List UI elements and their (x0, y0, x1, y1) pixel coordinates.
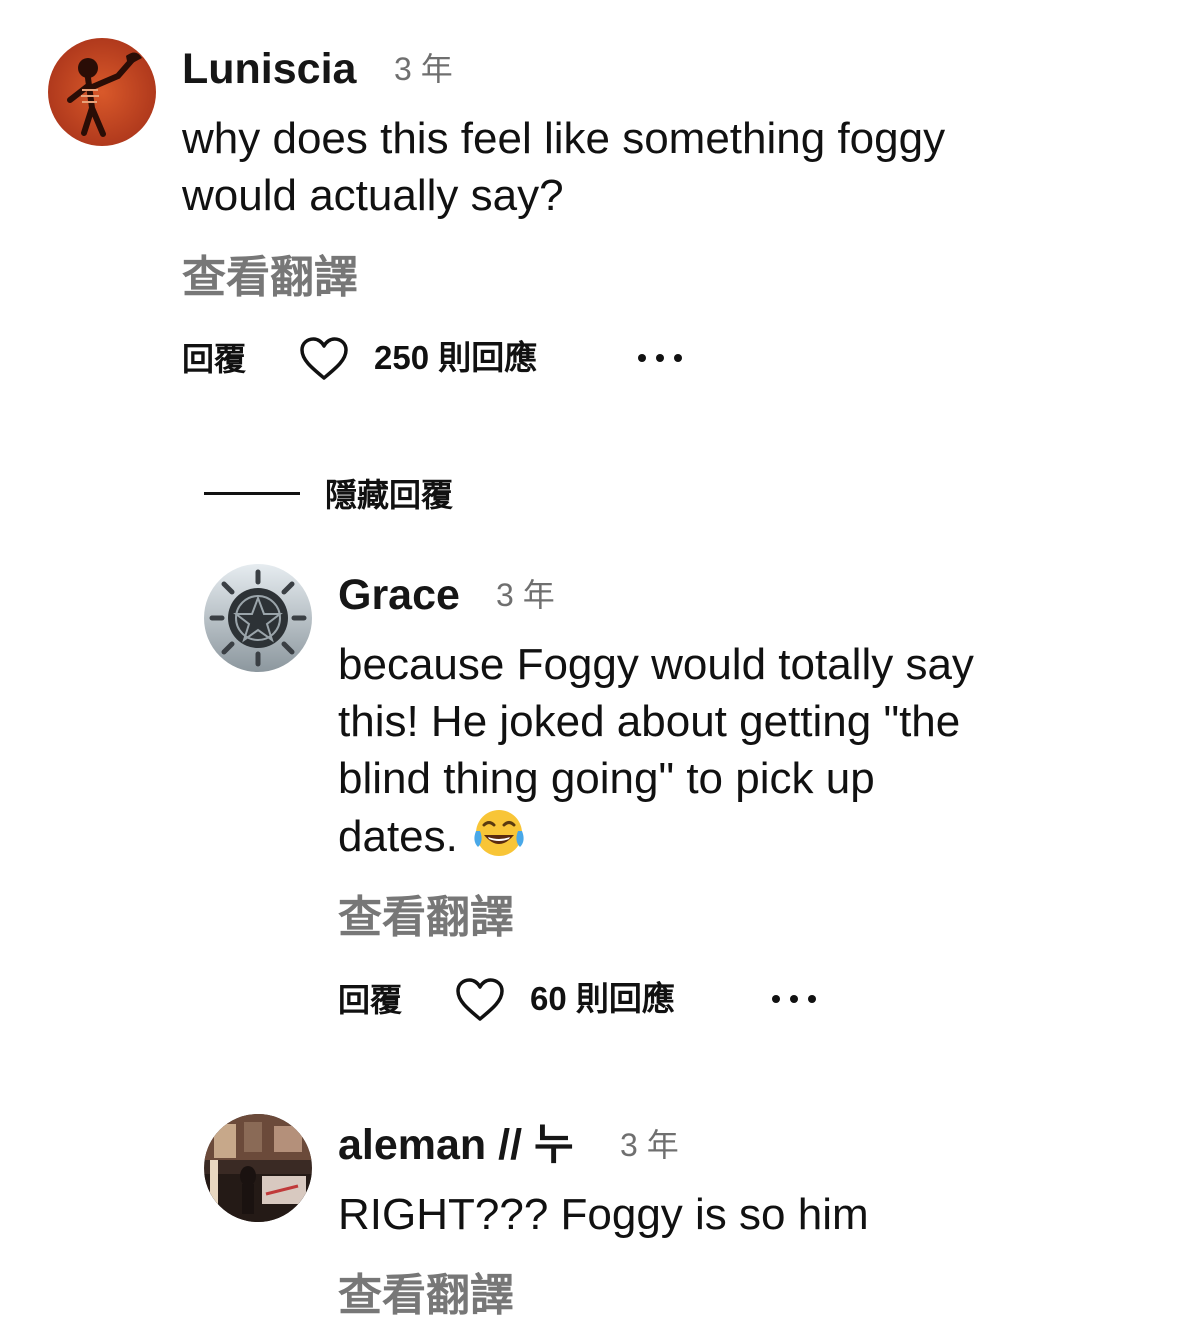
comment-body-line: dates. (338, 807, 974, 873)
hide-replies-divider (204, 492, 300, 495)
hide-replies-button[interactable]: 隱藏回覆 (325, 479, 453, 511)
comment-body: why does this feel like something foggy … (182, 110, 945, 224)
comment-timestamp: 3 年 (620, 1127, 679, 1163)
more-dots-icon[interactable] (636, 350, 688, 371)
avatar-luniscia[interactable] (48, 38, 156, 146)
comment-body-line: RIGHT??? Foggy is so him (338, 1190, 869, 1239)
comment-timestamp: 3 年 (394, 51, 453, 87)
reply-button[interactable]: 回覆 (182, 343, 246, 375)
comment-body-line: why does this feel like something foggy (182, 114, 946, 163)
avatar-grace[interactable] (204, 564, 312, 672)
room-photo-avatar-icon (204, 1114, 312, 1222)
comment-username[interactable]: Grace (338, 574, 460, 617)
pentagram-avatar-icon (204, 564, 312, 672)
comment-username[interactable]: Luniscia (182, 48, 356, 91)
more-dots-icon[interactable] (770, 991, 822, 1012)
comment-body-line: because Foggy would totally say (338, 640, 974, 689)
likes-count[interactable]: 250 則回應 (374, 341, 537, 374)
comment-body: because Foggy would totally say this! He… (338, 636, 974, 873)
see-translation-button[interactable]: 查看翻譯 (338, 1274, 514, 1318)
tears-of-joy-emoji-icon (470, 807, 528, 873)
see-translation-button[interactable]: 查看翻譯 (182, 256, 358, 300)
comment-body-line: blind thing going" to pick up (338, 754, 875, 803)
comment-body-line-text: dates. (338, 812, 458, 861)
heart-outline-icon[interactable] (298, 336, 350, 387)
likes-count[interactable]: 60 則回應 (530, 982, 675, 1015)
skeleton-avatar-icon (48, 38, 156, 146)
comment-body: RIGHT??? Foggy is so him (338, 1186, 869, 1243)
comment-body-line: would actually say? (182, 171, 564, 220)
see-translation-button[interactable]: 查看翻譯 (338, 896, 514, 940)
avatar-aleman[interactable] (204, 1114, 312, 1222)
comment-body-line: this! He joked about getting "the (338, 697, 961, 746)
comment-timestamp: 3 年 (496, 577, 555, 613)
reply-button[interactable]: 回覆 (338, 984, 402, 1016)
heart-outline-icon[interactable] (454, 977, 506, 1028)
comment-username[interactable]: aleman // 누 (338, 1124, 574, 1167)
